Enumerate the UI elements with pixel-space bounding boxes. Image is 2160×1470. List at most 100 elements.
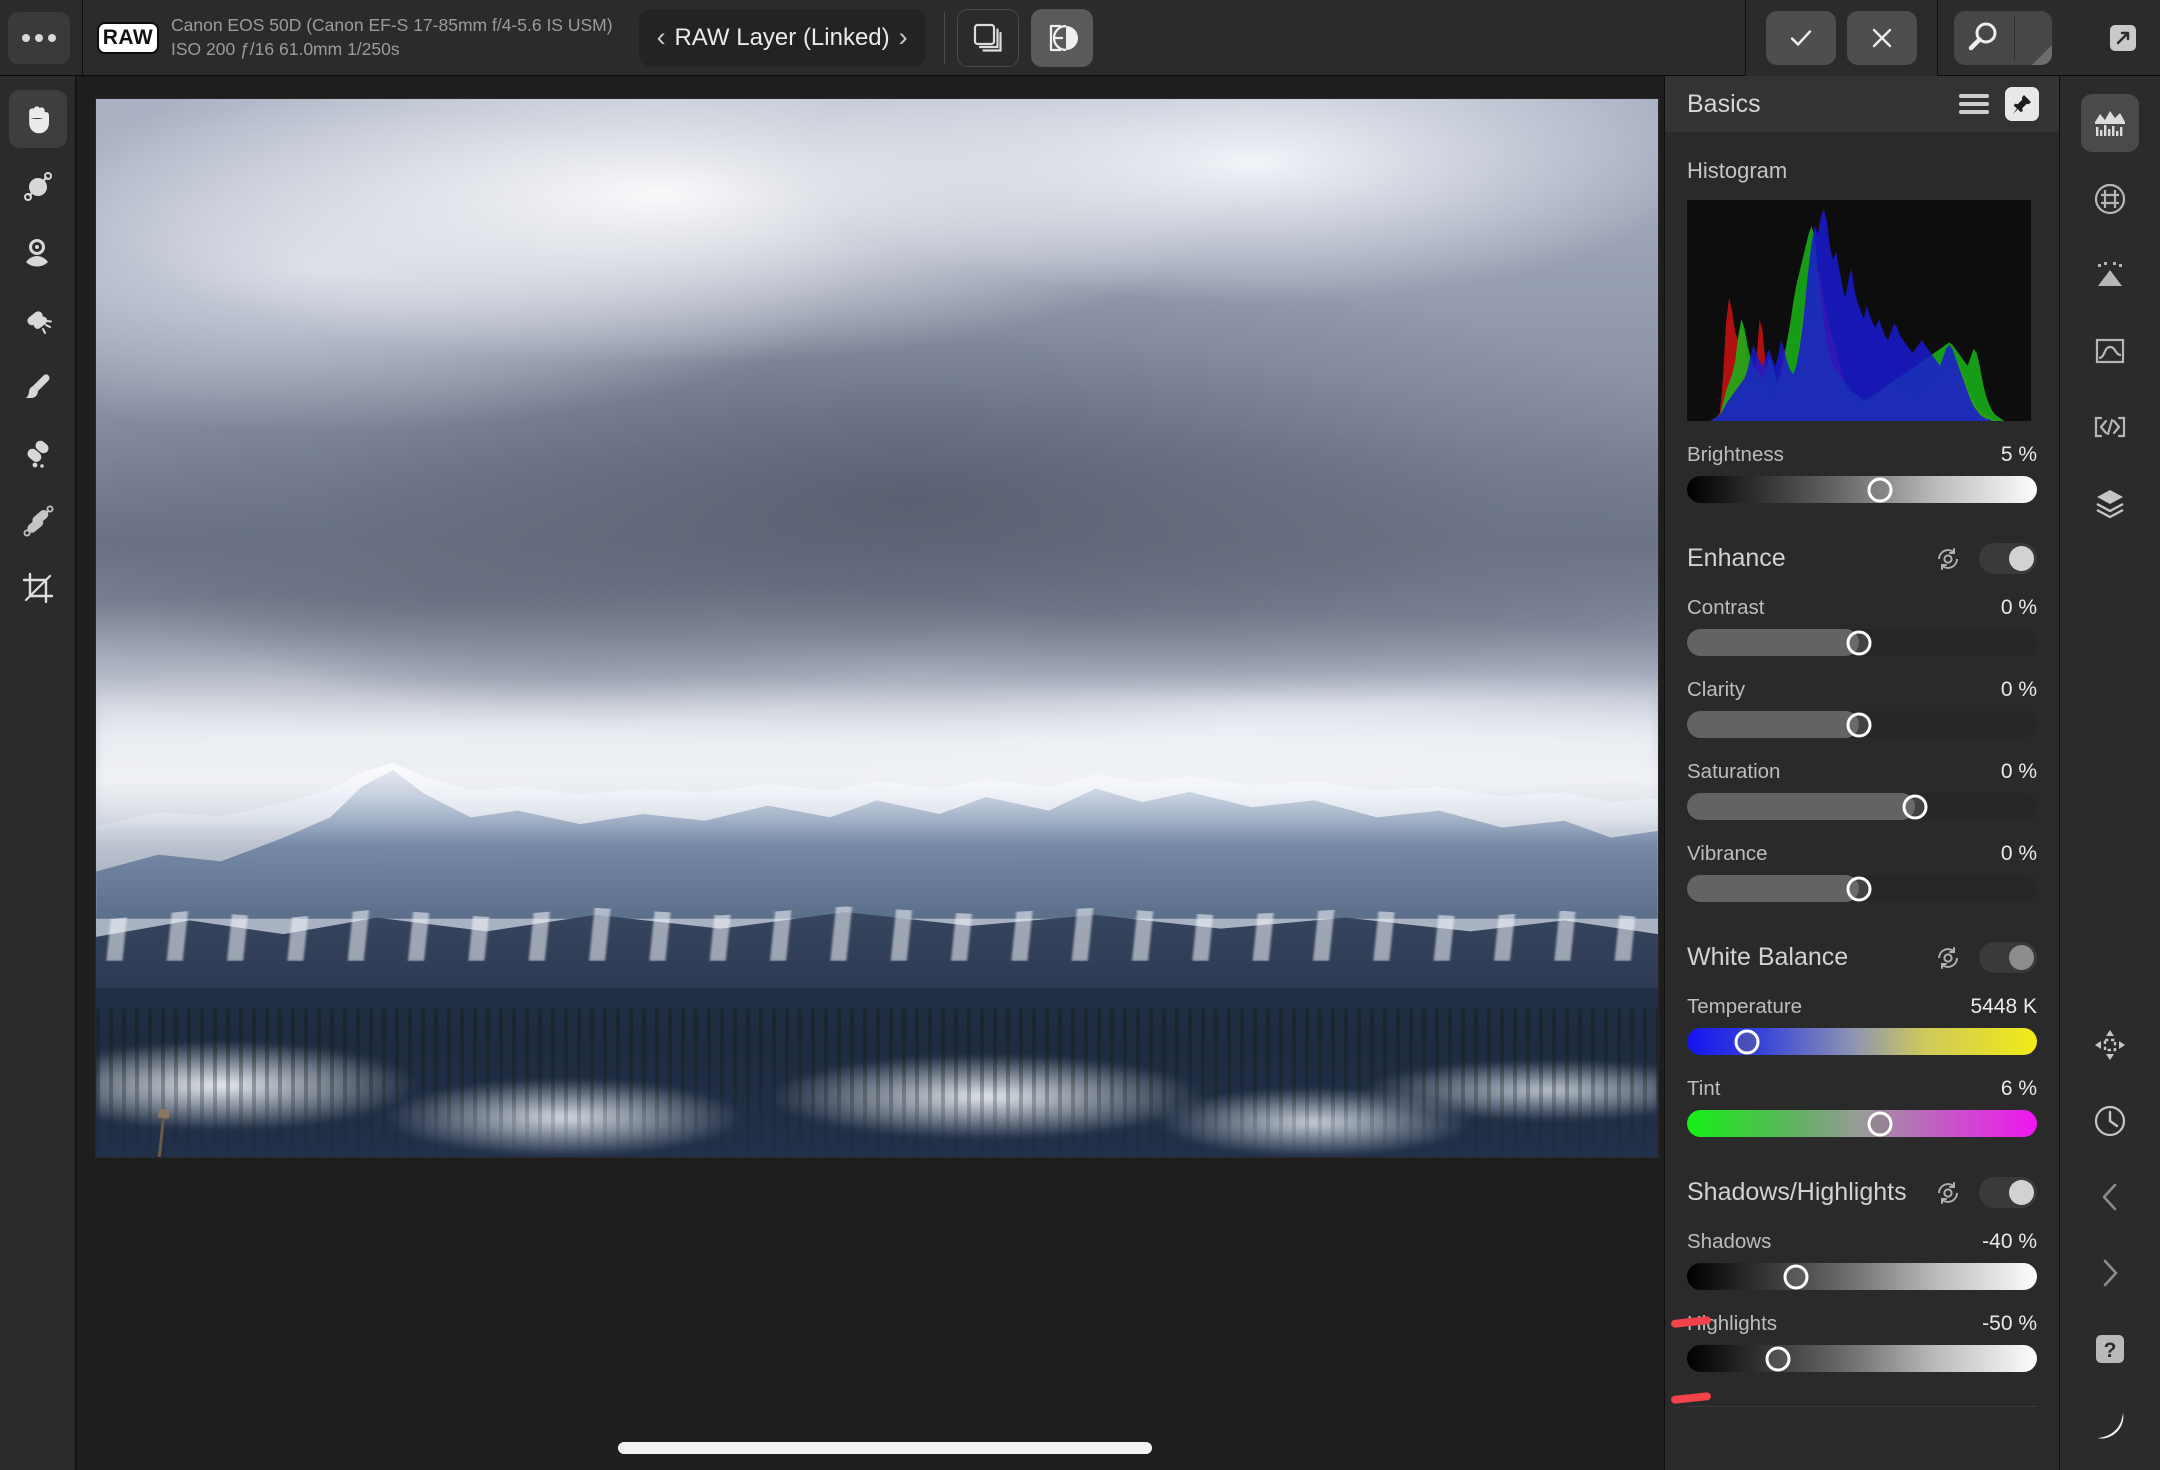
slider-knob[interactable] — [1734, 1029, 1759, 1054]
slider-knob[interactable] — [1846, 712, 1871, 737]
reset-icon[interactable] — [1933, 544, 1963, 574]
app-menu-button[interactable] — [8, 11, 70, 64]
shadows-value: -40 % — [1982, 1230, 2037, 1253]
reset-icon[interactable] — [1933, 943, 1963, 973]
layers-panel-icon[interactable] — [2081, 474, 2139, 532]
before-after-icon — [1049, 24, 1078, 51]
chevron-right-icon[interactable]: › — [899, 24, 908, 51]
pin-icon — [2013, 95, 2031, 114]
patch-tool[interactable] — [9, 425, 67, 483]
top-right-controls — [1745, 0, 2160, 76]
blemish-removal-tool[interactable] — [9, 291, 67, 349]
clarity-value: 0 % — [2000, 678, 2037, 701]
histogram-chart — [1687, 200, 2031, 421]
tint-slider[interactable] — [1687, 1110, 2037, 1137]
lens-panel-icon[interactable] — [2081, 246, 2139, 304]
slider-fill — [1687, 629, 1859, 656]
white-balance-group-header: White Balance — [1687, 942, 2037, 973]
zoom-dropdown-indicator[interactable] — [2032, 44, 2052, 65]
slider-fill — [1687, 793, 1915, 820]
expand-icon — [2110, 24, 2136, 51]
crop-guide-icon — [2094, 183, 2126, 215]
temperature-label: Temperature — [1687, 995, 1803, 1018]
saturation-slider[interactable] — [1687, 793, 2037, 820]
home-indicator — [618, 1442, 1152, 1454]
paint-brush-icon — [25, 374, 49, 398]
layer-navigator[interactable]: ‹ RAW Layer (Linked) › — [638, 8, 926, 67]
photo-canvas[interactable] — [95, 98, 1659, 1158]
contrast-slider[interactable] — [1687, 629, 2037, 656]
enhance-group-header: Enhance — [1687, 543, 2037, 574]
reset-glyph — [1938, 1181, 1958, 1204]
overlays-panel-icon[interactable] — [2081, 170, 2139, 228]
saturation-row: Saturation 0 % — [1687, 760, 2037, 784]
slider-knob[interactable] — [1783, 1264, 1808, 1289]
hamburger-icon[interactable] — [1959, 94, 1989, 114]
patch-icon — [26, 440, 49, 468]
svg-text:?: ? — [2104, 1339, 2117, 1362]
reset-icon[interactable] — [1933, 1178, 1963, 1208]
canvas-area[interactable] — [77, 77, 1693, 1470]
brightness-slider[interactable] — [1687, 476, 2037, 503]
slider-knob[interactable] — [1867, 1111, 1892, 1136]
history-icon[interactable] — [2081, 1092, 2139, 1150]
chevron-left-icon[interactable]: ‹ — [657, 24, 666, 51]
before-after-button[interactable] — [1030, 8, 1093, 67]
hand-tool[interactable] — [8, 90, 67, 148]
crop-tool[interactable] — [9, 559, 67, 617]
slider-knob[interactable] — [1765, 1346, 1791, 1371]
shadows-highlights-toggle[interactable] — [1979, 1177, 2037, 1208]
paint-brush-tool[interactable] — [9, 358, 67, 416]
contrast-value: 0 % — [2000, 596, 2037, 619]
tone-curve-panel-icon[interactable] — [2081, 322, 2139, 380]
vibrance-slider[interactable] — [1687, 875, 2037, 902]
overlay-paint-tool[interactable] — [9, 157, 67, 215]
enhance-title: Enhance — [1687, 544, 1786, 572]
zoom-controls — [1938, 0, 2066, 76]
clone-tool[interactable] — [9, 492, 67, 550]
highlights-slider[interactable] — [1687, 1345, 2037, 1372]
white-balance-toggle[interactable] — [1979, 942, 2037, 973]
clarity-row: Clarity 0 % — [1687, 678, 2037, 702]
brightness-value: 5 % — [2000, 443, 2037, 466]
slider-knob[interactable] — [1902, 794, 1927, 819]
layers-icon — [2096, 490, 2124, 519]
apply-button[interactable] — [1766, 10, 1836, 65]
clone-stamp-icon — [23, 505, 53, 537]
help-icon[interactable]: ? — [2081, 1320, 2139, 1378]
metadata-panel-icon[interactable] — [2081, 398, 2139, 456]
zoom-divider — [2014, 15, 2015, 60]
shadows-slider[interactable] — [1687, 1263, 2037, 1290]
slider-knob[interactable] — [1846, 876, 1871, 901]
ellipsis-icon — [22, 33, 30, 42]
top-toolbar: RAW Canon EOS 50D (Canon EF-S 17-85mm f/… — [0, 0, 2160, 76]
histogram-panel-icon[interactable] — [2081, 94, 2139, 152]
persona-icon[interactable] — [2081, 1396, 2139, 1454]
nav-back-icon[interactable] — [2081, 1168, 2139, 1226]
transform-icon[interactable] — [2081, 1016, 2139, 1074]
clarity-slider[interactable] — [1687, 711, 2037, 738]
slider-fill — [1687, 875, 1859, 902]
panel-title: Basics — [1687, 89, 1761, 118]
nav-forward-icon[interactable] — [2081, 1244, 2139, 1302]
panel-divider — [1687, 1406, 2037, 1407]
expand-view-button[interactable] — [2094, 9, 2152, 67]
enhance-toggle[interactable] — [1979, 543, 2037, 574]
camera-model-line: Canon EOS 50D (Canon EF-S 17-85mm f/4-5.… — [171, 14, 613, 35]
temperature-slider[interactable] — [1687, 1028, 2037, 1055]
chevron-left-icon — [2102, 1183, 2117, 1211]
layers-stack-icon — [973, 23, 1002, 52]
zoom-tool-button[interactable] — [1954, 10, 2052, 65]
highlights-value: -50 % — [1982, 1312, 2037, 1335]
saturation-label: Saturation — [1687, 760, 1781, 783]
vibrance-label: Vibrance — [1687, 842, 1768, 865]
right-rail: ? — [2059, 76, 2160, 1470]
red-eye-tool[interactable] — [9, 224, 67, 282]
slider-knob[interactable] — [1867, 477, 1892, 502]
confirm-cancel-group — [1745, 0, 1938, 76]
cancel-button[interactable] — [1847, 10, 1917, 65]
enhance-sliders: Contrast 0 % Clarity 0 % Saturation 0 % Vibran… — [1687, 596, 2037, 902]
layers-stack-button[interactable] — [956, 8, 1019, 67]
slider-knob[interactable] — [1846, 630, 1871, 655]
pin-panel-button[interactable] — [2005, 87, 2039, 121]
